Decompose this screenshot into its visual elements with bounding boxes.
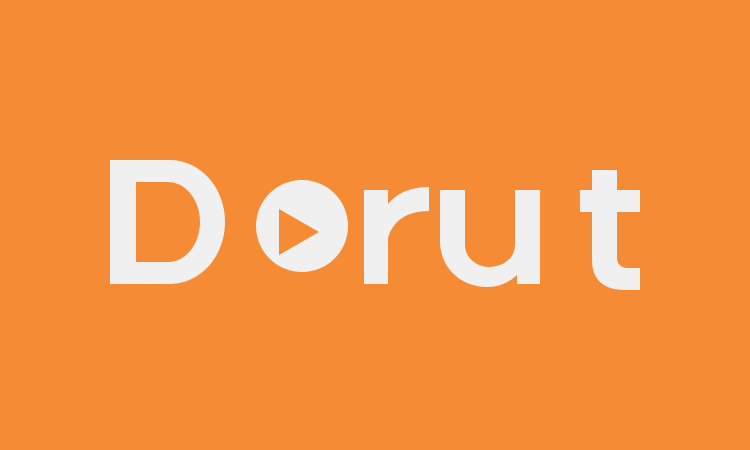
brand-logo	[110, 160, 640, 290]
letter-u	[440, 190, 540, 287]
banner: Dorut	[0, 0, 750, 450]
letter-d	[110, 160, 225, 284]
letter-t	[580, 170, 640, 290]
play-icon	[256, 180, 349, 272]
letter-r	[364, 187, 429, 284]
